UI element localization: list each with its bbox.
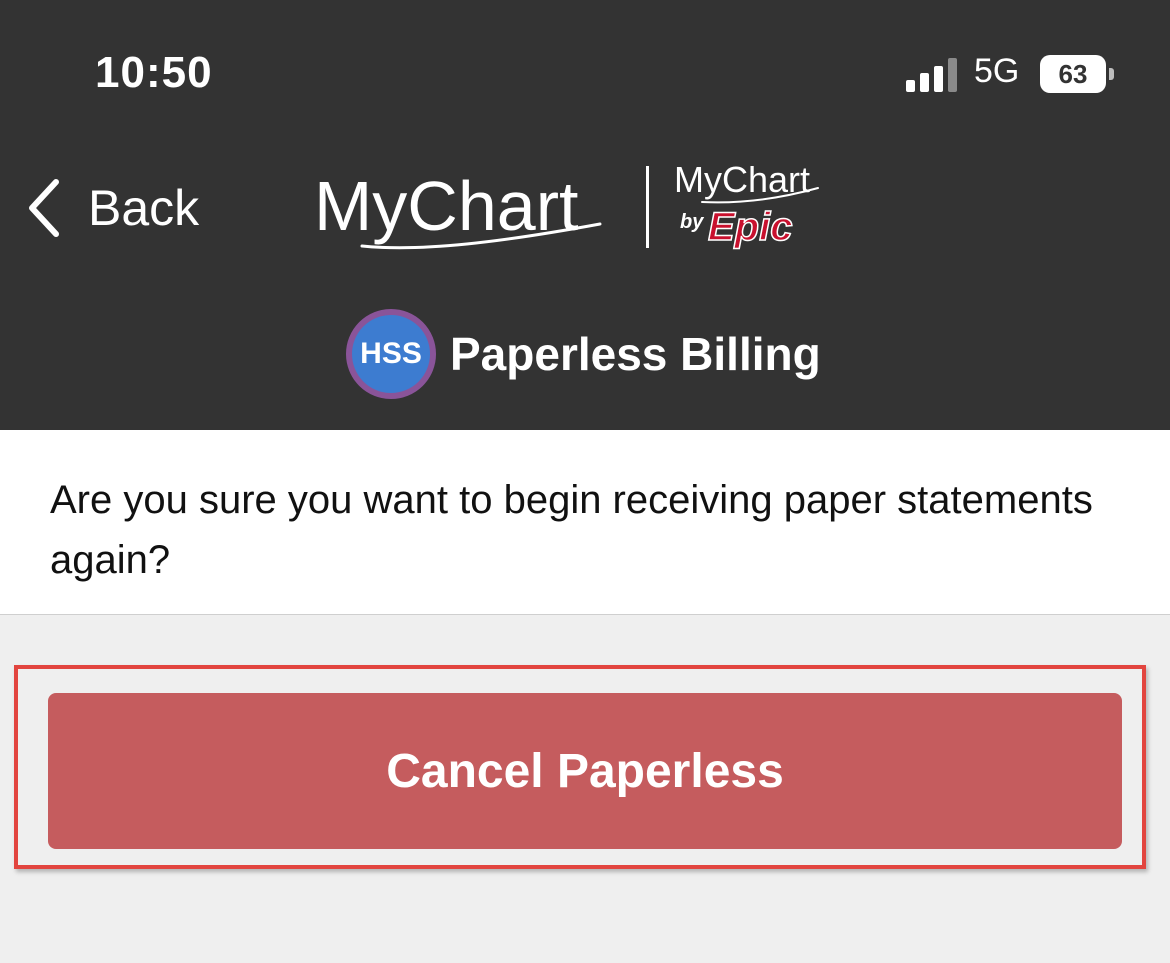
mychart-logo: MyChart xyxy=(314,167,602,250)
message-panel: Are you sure you want to begin receiving… xyxy=(0,430,1170,615)
page-title: Paperless Billing xyxy=(450,328,821,380)
hss-logo-text: HSS xyxy=(360,337,422,370)
svg-text:by: by xyxy=(680,211,704,233)
mychart-by-epic-logo: MyChart by Epic xyxy=(674,160,819,250)
cellular-signal-icon xyxy=(906,58,957,92)
cancel-paperless-button[interactable]: Cancel Paperless xyxy=(48,693,1122,849)
confirmation-question: Are you sure you want to begin receiving… xyxy=(50,478,1093,582)
chevron-left-icon xyxy=(29,179,59,237)
logo-divider xyxy=(646,166,649,248)
page-title-row: HSS Paperless Billing xyxy=(346,308,821,400)
battery-cap xyxy=(1109,68,1114,80)
back-button[interactable]: Back xyxy=(26,176,199,240)
network-type: 5G xyxy=(974,52,1020,90)
battery-icon: 63 xyxy=(1040,55,1106,93)
battery-level: 63 xyxy=(1058,58,1088,89)
hss-logo: HSS xyxy=(346,309,436,399)
app-header: 10:50 5G 63 Back MyChart MyChart by Epic… xyxy=(0,0,1170,430)
status-time: 10:50 xyxy=(95,48,213,97)
svg-text:Epic: Epic xyxy=(708,205,792,249)
back-label: Back xyxy=(88,180,200,236)
